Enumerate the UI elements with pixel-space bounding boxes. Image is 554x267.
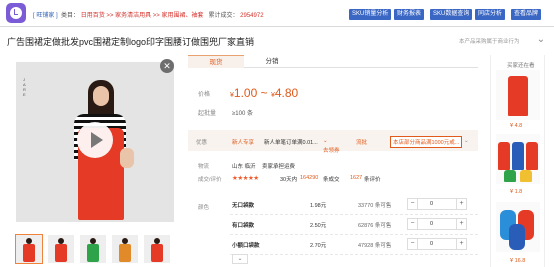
recommend-image (496, 202, 540, 252)
spec-price: 1.98元 (310, 203, 327, 209)
recommend-item[interactable]: ¥ 4.8 (496, 70, 540, 132)
spec-row: 有口袋款 2.50元 62876 条可售 − 0 + (230, 215, 478, 235)
min-order-value: ≥100 条 (232, 111, 253, 117)
tab-in-stock[interactable]: 现货 (188, 55, 244, 68)
quantity-stepper: − 0 + (407, 238, 467, 250)
spec-row: 小额口袋款 2.70元 47928 条可售 − 0 + (230, 235, 478, 255)
price-high: 4.80 (274, 86, 299, 100)
recommend-item[interactable]: ¥ 1.8 (496, 134, 540, 196)
thumbnail-4[interactable] (112, 235, 138, 263)
increment-button[interactable]: + (456, 219, 466, 229)
sidebar-title: 买家还在看 (507, 63, 535, 69)
breadcrumb-crumb-2[interactable]: 家务清洁用具 (115, 13, 151, 19)
model-face (93, 86, 109, 106)
recommend-price: ¥ 4.8 (510, 123, 523, 129)
increment-button[interactable]: + (456, 199, 466, 209)
quantity-value[interactable]: 0 (430, 241, 433, 247)
tab-distribution[interactable]: 分销 (244, 55, 300, 68)
recommend-item[interactable]: ¥ 16.8 (496, 202, 540, 266)
review-count-suffix: 条评价 (364, 177, 381, 183)
sale-type-tabs: 现货 分销 (188, 55, 478, 68)
breadcrumb-prefix: 类目： (61, 13, 80, 19)
increment-button[interactable]: + (456, 239, 466, 249)
price-label: 价格 (198, 92, 211, 98)
rating-days: 30天内 (280, 177, 298, 183)
shipping-text: 卖家承担运费 (262, 164, 296, 170)
breadcrumb-crumb-1[interactable]: 日用百货 (81, 13, 105, 19)
breadcrumb-crumb-3[interactable]: 家用围裙、袖套 (161, 13, 203, 19)
decrement-button[interactable]: − (408, 239, 418, 249)
decrement-button[interactable]: − (408, 199, 418, 209)
spec-name: 无口袋款 (232, 203, 255, 209)
finance-report-button[interactable]: 财务报表 (394, 9, 425, 20)
sku-sales-analysis-button[interactable]: SKU销量分析 (349, 9, 392, 20)
rating-count-suffix: 条成交 (323, 177, 340, 183)
thumbnail-strip (15, 234, 176, 264)
main-product-image[interactable] (16, 62, 174, 222)
thumbnail-1[interactable] (15, 234, 43, 264)
hint-text: 本产品采购属于商业行为 (459, 39, 520, 45)
spec-stock: 62876 条可售 (358, 223, 392, 229)
show-more-chevron-icon[interactable]: ⌄ (232, 254, 248, 264)
product-title: 广告围裙定做批发pvc围裙定制logo印字围腰订做围兜厂家直销 (7, 37, 255, 47)
top-toolbar: [ 旺铺家 ] 类目： 日用百货 >> 家务清洁用具 >> 家用围裙、袖套 累计… (0, 0, 554, 27)
quantity-value[interactable]: 0 (430, 221, 433, 227)
promotion-label: 优惠 (196, 140, 208, 146)
quantity-stepper: − 0 + (407, 218, 467, 230)
thumbnail-2[interactable] (48, 235, 74, 263)
shipping-label: 物流 (198, 164, 210, 170)
quantity-stepper: − 0 + (407, 198, 467, 210)
shop-tag[interactable]: [ 旺铺家 ] (33, 13, 58, 19)
price-range: ¥1.00 ~ ¥4.80 (230, 86, 299, 100)
spec-price: 2.50元 (310, 223, 327, 229)
new-user-badge: 新人专享 (232, 140, 255, 146)
recommend-image (496, 134, 540, 184)
chevron-down-icon[interactable]: ⌄ (464, 138, 469, 144)
price-low: 1.00 (233, 86, 258, 100)
spec-row: 无口袋款 1.98元 33770 条可售 − 0 + (230, 195, 478, 215)
promotion-row: 优惠 新人专享 新人单笔订单满0.01... 去领券 ⌄ 流批 本店部分商品满1… (188, 130, 478, 154)
shipping-origin: 山东 临沂 (232, 164, 256, 170)
review-count: 1627 (350, 175, 363, 181)
sku-data-query-button[interactable]: SKU数据查询 (430, 9, 473, 20)
recommend-price: ¥ 16.8 (510, 258, 526, 264)
close-video-icon[interactable]: ✕ (160, 59, 174, 73)
view-brand-button[interactable]: 查看品牌 (511, 9, 542, 20)
spec-name: 小额口袋款 (232, 243, 260, 249)
quantity-value[interactable]: 0 (430, 201, 433, 207)
spec-stock: 47928 条可售 (358, 243, 392, 249)
breadcrumb: [ 旺铺家 ] 类目： 日用百货 >> 家务清洁用具 >> 家用围裙、袖套 累计… (33, 13, 264, 19)
flow-label: 流批 (356, 140, 368, 146)
get-coupon-link[interactable]: 去领券 ⌄ (323, 138, 340, 154)
model-arm (120, 148, 134, 168)
sales-value: 2954972 (240, 13, 264, 19)
rating-label: 成交/评价 (198, 177, 222, 183)
spec-stock: 33770 条可售 (358, 203, 392, 209)
thumbnail-3[interactable] (80, 235, 106, 263)
decrement-button[interactable]: − (408, 219, 418, 229)
store-promo-badge[interactable]: 本店部分商品满1000元或... (390, 136, 463, 148)
rating-count: 164290 (300, 175, 319, 181)
expand-icon[interactable]: ⌄ (535, 34, 547, 46)
side-watermark: J A R E (23, 77, 26, 97)
thumbnail-5[interactable] (144, 235, 170, 263)
same-store-analysis-button[interactable]: 同店分析 (475, 9, 506, 20)
min-order-label: 起批量 (198, 111, 217, 117)
clock-icon (10, 7, 22, 19)
spec-price: 2.70元 (310, 243, 327, 249)
recommend-price: ¥ 1.8 (510, 189, 523, 195)
spec-name: 有口袋款 (232, 223, 255, 229)
recommend-image (496, 70, 540, 120)
play-video-icon[interactable] (77, 122, 113, 158)
rating-stars: ★★★★★ (232, 175, 259, 182)
sales-label: 累计成交： (208, 13, 239, 19)
color-label: 颜色 (198, 205, 210, 211)
promotion-text: 新人单笔订单满0.01... (264, 140, 318, 146)
app-logo[interactable] (6, 3, 26, 23)
